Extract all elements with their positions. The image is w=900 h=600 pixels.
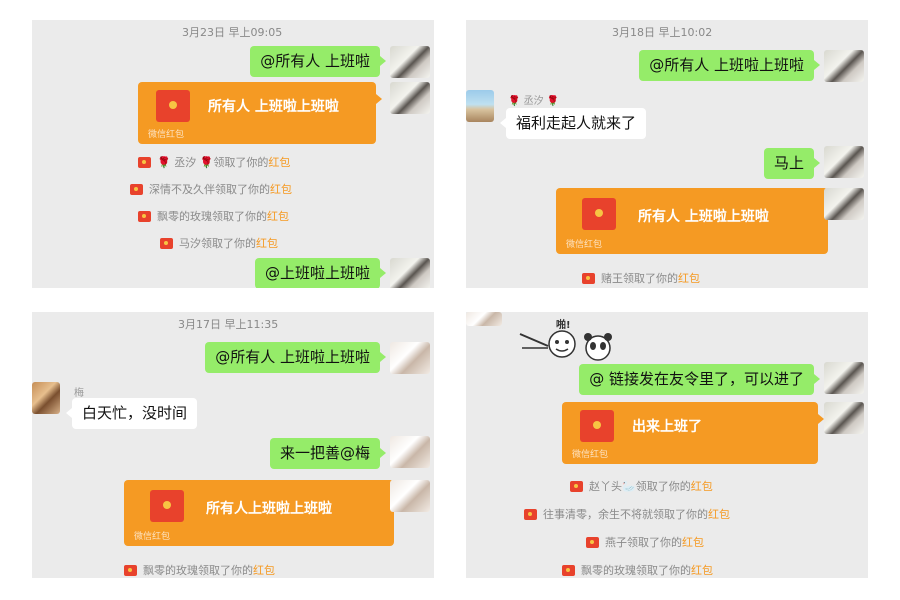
sticker-text: 啪! <box>556 320 571 331</box>
hongbao-icon <box>570 480 583 492</box>
message-bubble[interactable]: 白天忙，没时间 <box>65 398 198 429</box>
avatar[interactable] <box>32 382 60 414</box>
avatar[interactable] <box>824 50 864 82</box>
receipt-notice: 燕子 领取了你的 红包 <box>586 534 704 550</box>
hongbao-icon <box>124 564 137 576</box>
avatar[interactable] <box>390 82 430 114</box>
message-bubble[interactable]: @所有人 上班啦 <box>250 46 386 77</box>
hongbao-icon <box>156 90 190 122</box>
hongbao-card[interactable]: 所有人 上班啦上班啦 微信红包 <box>138 82 382 144</box>
hongbao-icon <box>582 198 616 230</box>
receipt-notice: 飘零的玫瑰 领取了你的 红包 <box>124 562 275 578</box>
sender-nickname: 🌹 丞汐 🌹 <box>508 96 560 107</box>
hongbao-text: 出来上班了 <box>632 419 702 435</box>
receipt-notice: 马汐 领取了你的 红包 <box>160 235 278 251</box>
hongbao-label: 微信红包 <box>134 532 171 542</box>
sender-nickname: 梅 <box>74 388 84 399</box>
avatar[interactable] <box>466 90 494 122</box>
hongbao-icon <box>562 564 575 576</box>
avatar[interactable] <box>824 146 864 178</box>
avatar[interactable] <box>390 436 430 468</box>
avatar[interactable] <box>824 188 864 220</box>
hongbao-label: 微信红包 <box>566 240 603 250</box>
avatar[interactable] <box>390 480 430 512</box>
chat-panel-2: 3月18日 早上10:02 @所有人 上班啦上班啦 🌹 丞汐 🌹 福利走起人就来… <box>466 20 868 288</box>
hongbao-text: 所有人上班啦上班啦 <box>206 501 332 517</box>
receipt-notice: 深情不及久伴 领取了你的 红包 <box>130 181 292 197</box>
hongbao-label: 微信红包 <box>148 130 185 140</box>
avatar[interactable] <box>390 342 430 374</box>
hongbao-icon <box>586 536 599 548</box>
hongbao-text: 所有人 上班啦上班啦 <box>638 209 769 225</box>
chat-panel-4: 啪! @ 链接发在友令里了，可以进了 出来上班了 微信红包 赵丫头🦢 领取了你的红… <box>466 312 868 578</box>
receipt-notice: 赵丫头🦢 领取了你的 红包 <box>570 478 713 494</box>
hongbao-icon <box>582 272 595 284</box>
avatar[interactable] <box>824 362 864 394</box>
avatar[interactable] <box>390 46 430 78</box>
hongbao-icon <box>580 410 614 442</box>
timestamp: 3月18日 早上10:02 <box>612 26 713 39</box>
hongbao-card[interactable]: 所有人上班啦上班啦 微信红包 <box>124 480 400 546</box>
receipt-notice: 赌王 领取了你的 红包 <box>582 270 700 286</box>
hongbao-icon <box>150 490 184 522</box>
timestamp: 3月17日 早上11:35 <box>178 318 279 331</box>
message-bubble[interactable]: 来一把善@梅 <box>269 438 387 469</box>
hongbao-icon <box>524 508 537 520</box>
hongbao-icon <box>130 183 143 195</box>
receipt-notice: 往事清零，余生不将就 领取了你的 红包 <box>524 506 730 522</box>
receipt-notice: 飘零的玫瑰 领取了你的 红包 <box>138 208 289 224</box>
chat-panel-1: 3月23日 早上09:05 @所有人 上班啦 所有人 上班啦上班啦 微信红包 🌹… <box>32 20 434 288</box>
message-bubble[interactable]: 福利走起人就来了 <box>499 108 647 139</box>
chat-panel-3: 3月17日 早上11:35 @所有人 上班啦上班啦 梅 白天忙，没时间 来一把善… <box>32 312 434 578</box>
message-bubble[interactable]: @ 链接发在友令里了，可以进了 <box>579 364 820 395</box>
hongbao-text: 所有人 上班啦上班啦 <box>208 99 339 115</box>
hongbao-label: 微信红包 <box>572 450 609 460</box>
avatar[interactable] <box>824 402 864 434</box>
timestamp: 3月23日 早上09:05 <box>182 26 283 39</box>
hongbao-icon <box>160 237 173 249</box>
avatar[interactable] <box>466 312 502 326</box>
receipt-notice: 飘零的玫瑰 领取了你的 红包 <box>562 562 713 578</box>
message-bubble[interactable]: @所有人 上班啦上班啦 <box>639 50 820 81</box>
message-bubble[interactable]: 马上 <box>763 148 821 179</box>
avatar[interactable] <box>390 258 430 288</box>
hongbao-card[interactable]: 出来上班了 微信红包 <box>562 402 824 464</box>
receipt-notice: 🌹 丞汐 🌹 领取了你的 红包 <box>138 154 290 170</box>
message-bubble[interactable]: @上班啦上班啦 <box>254 258 387 288</box>
hongbao-card[interactable]: 所有人 上班啦上班啦 微信红包 <box>556 188 834 254</box>
hongbao-icon <box>138 156 151 168</box>
hongbao-icon <box>138 210 151 222</box>
message-bubble[interactable]: @所有人 上班啦上班啦 <box>205 342 386 373</box>
